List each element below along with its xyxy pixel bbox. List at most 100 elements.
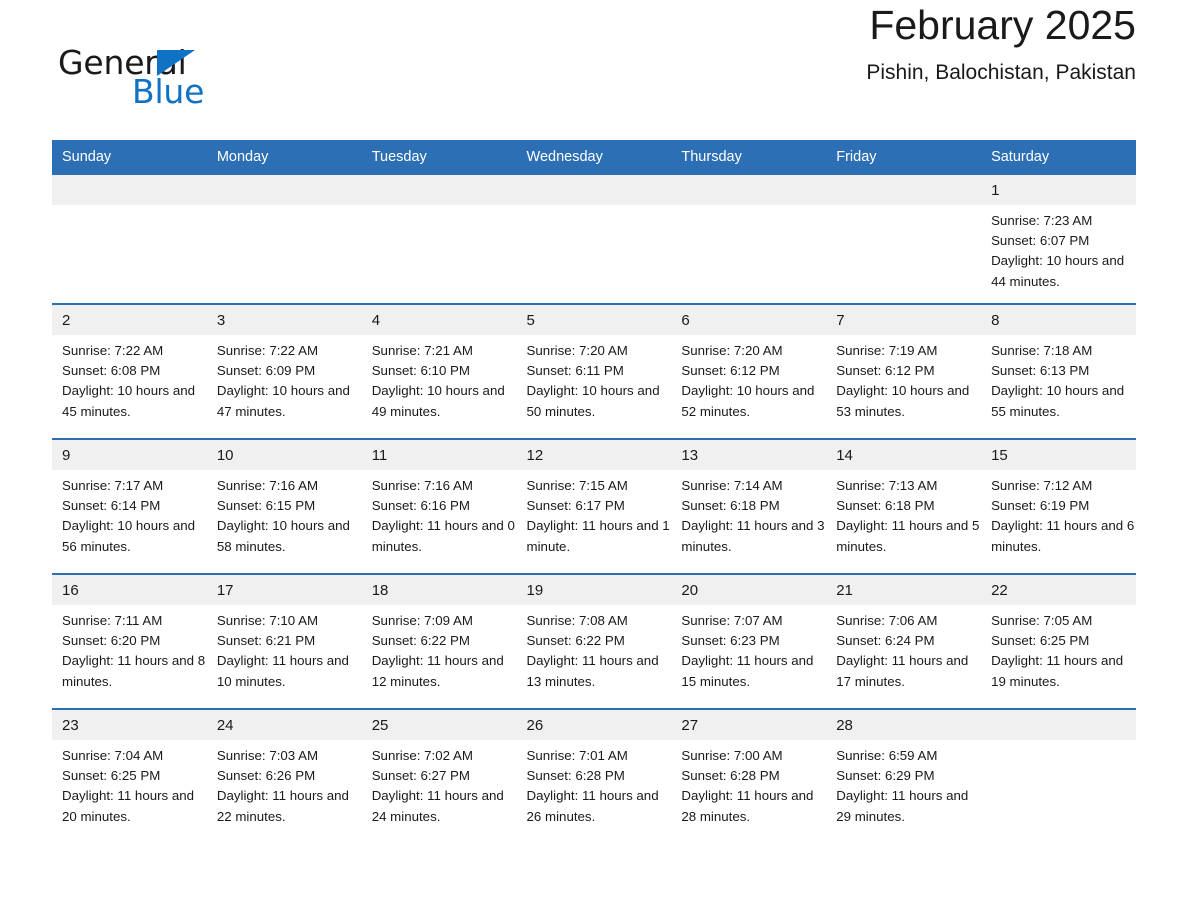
day-number: 7 [826, 305, 982, 335]
calendar-day-cell[interactable]: 20 Sunrise: 7:07 AM Sunset: 6:23 PM Dayli… [671, 573, 827, 709]
day-sun-info: Sunrise: 7:21 AM Sunset: 6:10 PM Dayligh… [371, 343, 505, 419]
calendar-day-cell[interactable]: 19 Sunrise: 7:08 AM Sunset: 6:22 PM Dayli… [516, 573, 672, 709]
weekday-header-tuesday: Tuesday [361, 140, 517, 174]
day-number: 22 [981, 575, 1136, 605]
weekday-header-wednesday: Wednesday [516, 140, 672, 174]
day-number: 23 [52, 710, 207, 740]
day-number [671, 175, 827, 205]
calendar-week-row: 2 Sunrise: 7:22 AM Sunset: 6:08 PM Daylig… [52, 303, 1136, 439]
day-number: 14 [826, 440, 982, 470]
calendar-day-cell[interactable]: 2 Sunrise: 7:22 AM Sunset: 6:08 PM Daylig… [52, 303, 207, 439]
day-number: 8 [981, 305, 1136, 335]
calendar-day-cell[interactable]: 13 Sunrise: 7:14 AM Sunset: 6:18 PM Dayli… [671, 438, 827, 574]
calendar-day-cell[interactable]: 14 Sunrise: 7:13 AM Sunset: 6:18 PM Dayli… [826, 438, 982, 574]
day-sun-info: Sunrise: 7:08 AM Sunset: 6:22 PM Dayligh… [526, 613, 659, 689]
day-number: 17 [206, 575, 362, 605]
generalblue-logo[interactable]: General Blue [58, 46, 298, 112]
calendar-day-cell-empty [981, 708, 1136, 843]
calendar-day-cell[interactable]: 8 Sunrise: 7:18 AM Sunset: 6:13 PM Daylig… [981, 303, 1136, 439]
day-sun-info: Sunrise: 7:05 AM Sunset: 6:25 PM Dayligh… [991, 613, 1124, 689]
calendar-day-cell[interactable]: 3 Sunrise: 7:22 AM Sunset: 6:09 PM Daylig… [206, 303, 362, 439]
day-sun-info [826, 205, 981, 211]
day-sun-info: Sunrise: 7:17 AM Sunset: 6:14 PM Dayligh… [62, 478, 196, 554]
calendar-day-cell[interactable]: 5 Sunrise: 7:20 AM Sunset: 6:11 PM Daylig… [516, 303, 672, 439]
day-sun-info: Sunrise: 7:15 AM Sunset: 6:17 PM Dayligh… [526, 478, 670, 554]
calendar-day-cell[interactable]: 15 Sunrise: 7:12 AM Sunset: 6:19 PM Dayli… [981, 438, 1136, 574]
day-sun-info [362, 205, 517, 211]
day-sun-info: Sunrise: 7:13 AM Sunset: 6:18 PM Dayligh… [836, 478, 980, 554]
day-number [206, 175, 362, 205]
calendar-day-cell[interactable]: 28 Sunrise: 6:59 AM Sunset: 6:29 PM Dayli… [826, 708, 982, 843]
calendar-day-cell[interactable]: 17 Sunrise: 7:10 AM Sunset: 6:21 PM Dayli… [206, 573, 362, 709]
calendar-day-cell[interactable]: 27 Sunrise: 7:00 AM Sunset: 6:28 PM Dayli… [671, 708, 827, 843]
calendar-week-row: 16 Sunrise: 7:11 AM Sunset: 6:20 PM Dayli… [52, 573, 1136, 709]
page-title: February 2025 [869, 2, 1136, 48]
logo-text-blue: Blue [132, 72, 205, 111]
day-sun-info: Sunrise: 7:23 AM Sunset: 6:07 PM Dayligh… [991, 213, 1125, 289]
calendar-day-cell[interactable]: 25 Sunrise: 7:02 AM Sunset: 6:27 PM Dayli… [361, 708, 517, 843]
day-number: 2 [52, 305, 207, 335]
day-sun-info: Sunrise: 6:59 AM Sunset: 6:29 PM Dayligh… [836, 748, 969, 824]
day-sun-info: Sunrise: 7:20 AM Sunset: 6:12 PM Dayligh… [681, 343, 815, 419]
calendar-day-cell[interactable]: 16 Sunrise: 7:11 AM Sunset: 6:20 PM Dayli… [52, 573, 207, 709]
calendar-week-row: 1 Sunrise: 7:23 AM Sunset: 6:07 PM Daylig… [52, 173, 1136, 304]
calendar-day-cell[interactable]: 23 Sunrise: 7:04 AM Sunset: 6:25 PM Dayli… [52, 708, 207, 843]
day-number: 13 [671, 440, 827, 470]
calendar-day-cell[interactable]: 4 Sunrise: 7:21 AM Sunset: 6:10 PM Daylig… [361, 303, 517, 439]
day-number: 15 [981, 440, 1136, 470]
calendar-day-cell[interactable]: 22 Sunrise: 7:05 AM Sunset: 6:25 PM Dayli… [981, 573, 1136, 709]
day-number: 6 [671, 305, 827, 335]
day-sun-info [207, 205, 362, 211]
day-number [361, 175, 517, 205]
calendar-day-cell[interactable]: 7 Sunrise: 7:19 AM Sunset: 6:12 PM Daylig… [826, 303, 982, 439]
calendar-day-cell[interactable]: 26 Sunrise: 7:01 AM Sunset: 6:28 PM Dayli… [516, 708, 672, 843]
location-subtitle: Pishin, Balochistan, Pakistan [866, 61, 1136, 85]
day-number: 9 [52, 440, 207, 470]
calendar-day-cell[interactable]: 18 Sunrise: 7:09 AM Sunset: 6:22 PM Dayli… [361, 573, 517, 709]
day-sun-info: Sunrise: 7:07 AM Sunset: 6:23 PM Dayligh… [681, 613, 814, 689]
day-number: 26 [516, 710, 672, 740]
sun-times-calendar-table: Sunday Monday Tuesday Wednesday Thursday… [52, 140, 1136, 843]
calendar-day-cell[interactable]: 9 Sunrise: 7:17 AM Sunset: 6:14 PM Daylig… [52, 438, 207, 574]
day-sun-info: Sunrise: 7:14 AM Sunset: 6:18 PM Dayligh… [681, 478, 825, 554]
calendar-day-cell-empty [671, 173, 827, 304]
calendar-day-cell[interactable]: 6 Sunrise: 7:20 AM Sunset: 6:12 PM Daylig… [671, 303, 827, 439]
day-number: 4 [361, 305, 517, 335]
calendar-body: 1 Sunrise: 7:23 AM Sunset: 6:07 PM Daylig… [52, 173, 1136, 843]
calendar-day-cell[interactable]: 11 Sunrise: 7:16 AM Sunset: 6:16 PM Dayli… [361, 438, 517, 574]
day-number: 27 [671, 710, 827, 740]
day-number [981, 710, 1136, 740]
day-number [826, 175, 982, 205]
weekday-header-thursday: Thursday [671, 140, 827, 174]
calendar-day-cell[interactable]: 10 Sunrise: 7:16 AM Sunset: 6:15 PM Dayli… [206, 438, 362, 574]
page-header: General Blue February 2025 Pishin, Baloc… [52, 0, 1136, 110]
day-number: 3 [206, 305, 362, 335]
day-sun-info: Sunrise: 7:11 AM Sunset: 6:20 PM Dayligh… [62, 613, 206, 689]
calendar-day-cell[interactable]: 24 Sunrise: 7:03 AM Sunset: 6:26 PM Dayli… [206, 708, 362, 843]
calendar-day-cell[interactable]: 21 Sunrise: 7:06 AM Sunset: 6:24 PM Dayli… [826, 573, 982, 709]
calendar-day-cell-empty [826, 173, 982, 304]
day-number: 11 [361, 440, 517, 470]
day-number [52, 175, 207, 205]
day-sun-info: Sunrise: 7:01 AM Sunset: 6:28 PM Dayligh… [526, 748, 659, 824]
day-sun-info: Sunrise: 7:03 AM Sunset: 6:26 PM Dayligh… [216, 748, 349, 824]
day-sun-info: Sunrise: 7:22 AM Sunset: 6:08 PM Dayligh… [62, 343, 196, 419]
day-sun-info: Sunrise: 7:16 AM Sunset: 6:15 PM Dayligh… [216, 478, 350, 554]
calendar-day-cell-empty [361, 173, 517, 304]
day-sun-info: Sunrise: 7:12 AM Sunset: 6:19 PM Dayligh… [991, 478, 1135, 554]
calendar-header-row: Sunday Monday Tuesday Wednesday Thursday… [52, 140, 1136, 174]
weekday-header-sunday: Sunday [52, 140, 207, 174]
calendar-day-cell-empty [52, 173, 207, 304]
calendar-day-cell-empty [206, 173, 362, 304]
calendar-day-cell[interactable]: 12 Sunrise: 7:15 AM Sunset: 6:17 PM Dayli… [516, 438, 672, 574]
calendar-day-cell-empty [516, 173, 672, 304]
day-sun-info: Sunrise: 7:22 AM Sunset: 6:09 PM Dayligh… [216, 343, 350, 419]
calendar-page: General Blue February 2025 Pishin, Baloc… [0, 0, 1188, 918]
day-sun-info: Sunrise: 7:00 AM Sunset: 6:28 PM Dayligh… [681, 748, 814, 824]
calendar-week-row: 23 Sunrise: 7:04 AM Sunset: 6:25 PM Dayli… [52, 708, 1136, 843]
calendar-day-cell[interactable]: 1 Sunrise: 7:23 AM Sunset: 6:07 PM Daylig… [981, 173, 1136, 304]
day-sun-info: Sunrise: 7:02 AM Sunset: 6:27 PM Dayligh… [371, 748, 504, 824]
day-number: 12 [516, 440, 672, 470]
day-number [516, 175, 672, 205]
day-number: 10 [206, 440, 362, 470]
